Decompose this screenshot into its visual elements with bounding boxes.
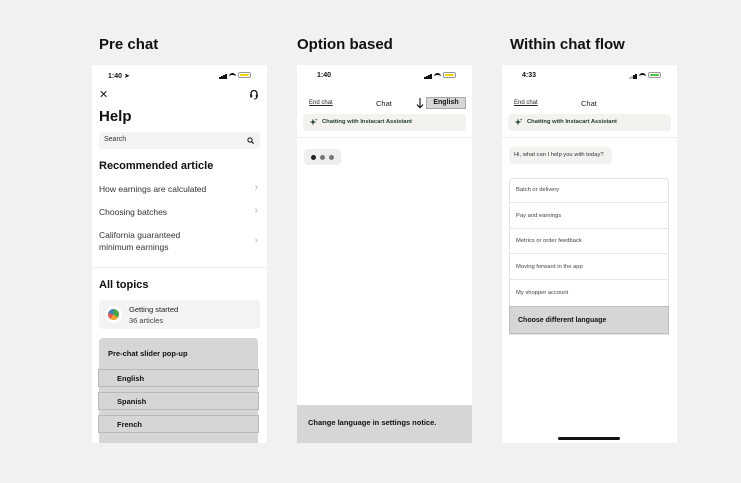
assistant-banner-text: Chatting with Instacart Assistant [527,119,617,125]
topic-count: 36 articles [129,316,164,325]
wifi-icon [229,72,237,78]
assistant-banner: Chatting with Instacart Assistant [303,114,466,131]
signal-icon [219,72,227,79]
battery-icon [443,72,457,79]
assistant-banner-text: Chatting with Instacart Assistant [322,119,412,125]
assistant-message-bubble: Hi, what can I help you with today? [509,147,612,164]
choose-language-label: Choose different language [518,317,607,324]
page-title: Help [99,108,132,125]
article-label: Choosing batches [99,207,168,217]
search-placeholder: Search [104,136,127,143]
language-settings-notice: Change language in settings notice. [297,405,472,443]
chevron-right-icon: › [254,182,258,193]
language-button[interactable]: English [426,97,466,109]
status-icons [219,72,252,79]
option-item[interactable]: Batch or delivery [509,178,669,203]
chat-title: Chat [581,99,597,108]
end-chat-link[interactable]: End chat [309,100,333,106]
wifi-icon [639,72,647,78]
search-icon [247,137,254,144]
search-input[interactable]: Search [99,132,260,149]
home-indicator [558,437,620,440]
chevron-right-icon: › [254,205,258,216]
article-label-line1: California guaranteed [99,230,181,240]
option-item[interactable]: Metrics or order feedback [509,229,669,254]
language-option-french[interactable]: French [98,415,259,433]
sparkle-icon [309,118,318,126]
assistant-banner: Chatting with Instacart Assistant [508,114,671,131]
arrow-down-icon [416,98,424,109]
location-arrow-icon: ➤ [123,73,130,80]
status-time: 1:40 [317,72,332,79]
article-row[interactable]: Choosing batches › [99,204,260,220]
option-item[interactable]: Moving forward in the app [509,255,669,280]
status-time: 1:40 ➤ [108,73,130,80]
status-icons [629,72,662,79]
topic-title: Getting started [129,305,179,314]
battery-icon [648,72,662,79]
sparkle-icon [514,118,523,126]
battery-icon [238,72,252,79]
column-title-option-based: Option based [297,36,393,53]
assistant-message-text: Hi, what can I help you with today? [514,152,604,158]
chevron-right-icon: › [254,235,258,246]
article-row[interactable]: How earnings are calculated › [99,181,260,197]
recommended-heading: Recommended article [99,160,214,172]
article-row[interactable]: California guaranteed minimum earnings › [99,228,260,254]
chat-title: Chat [376,99,392,108]
option-item[interactable]: My shopper account [509,281,669,306]
headset-icon[interactable] [249,89,259,100]
end-chat-link[interactable]: End chat [514,100,538,106]
status-icons [424,72,457,79]
header-divider [297,137,472,138]
article-label-line2: minimum earnings [99,242,169,252]
section-divider [92,267,267,268]
option-item[interactable]: Pay and earnings [509,204,669,229]
close-icon[interactable]: ✕ [99,88,108,101]
article-label: How earnings are calculated [99,184,207,194]
signal-icon [424,72,432,79]
topic-card[interactable]: Getting started 36 articles [99,300,260,329]
all-topics-heading: All topics [99,279,149,291]
signal-icon [629,72,637,79]
column-title-within-chat-flow: Within chat flow [510,36,625,53]
wifi-icon [434,72,442,78]
header-divider [502,137,677,138]
typing-indicator [304,149,341,165]
slider-title: Pre-chat slider pop-up [108,349,188,358]
status-time: 4:33 [522,72,537,79]
column-title-pre-chat: Pre chat [99,36,159,53]
choose-language-button[interactable]: Choose different language [509,306,669,334]
language-option-english[interactable]: English [98,369,259,387]
notice-text: Change language in settings notice. [308,418,437,427]
language-option-spanish[interactable]: Spanish [98,392,259,410]
topic-icon [105,306,122,323]
